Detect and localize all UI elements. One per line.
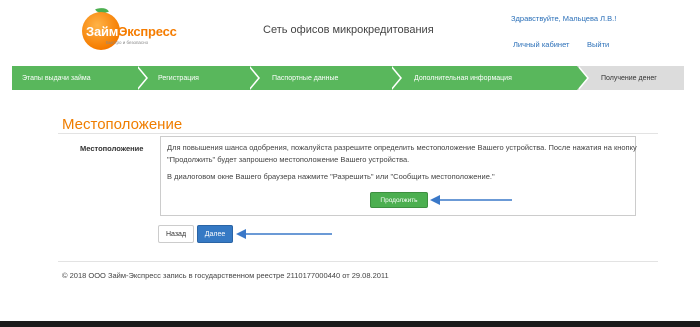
footer-divider [58,261,658,262]
logout-link[interactable]: Выйти [587,40,609,49]
personal-cabinet-link[interactable]: Личный кабинет [513,40,569,49]
arrowhead-next-icon [236,229,246,239]
step-passport-data: Паспортные данные [248,66,402,90]
next-button[interactable]: Далее [197,225,233,243]
logo-wordmark: ЗаймЭкспресс [86,24,177,39]
step-registration: Регистрация [136,66,260,90]
progress-steps: Этапы выдачи займа Регистрация Паспортны… [12,66,684,90]
step-receive-money: Получение денег [577,66,684,90]
divider [58,133,658,134]
logo-tagline: Быстро и безопасно [106,40,149,45]
location-info-text: Для повышения шанса одобрения, пожалуйст… [167,143,637,164]
step-additional-info: Дополнительная информация [390,66,589,90]
brand-logo[interactable]: ЗаймЭкспресс Быстро и безопасно [82,5,182,54]
bottom-edge-bar [0,321,700,327]
browser-dialog-hint: В диалоговом окне Вашего браузера нажмит… [167,172,495,181]
location-field-label: Местоположение [80,144,144,153]
user-greeting-link[interactable]: Здравствуйте, Мальцева Л.В.! [511,14,616,23]
page-title: Местоположение [62,116,183,133]
site-title: Сеть офисов микрокредитования [263,24,434,36]
footer-copyright: © 2018 ООО Займ-Экспресс запись в госуда… [62,271,389,280]
back-button[interactable]: Назад [158,225,194,243]
continue-button[interactable]: Продолжить [370,192,428,208]
step-loan-stages: Этапы выдачи займа [12,66,148,90]
